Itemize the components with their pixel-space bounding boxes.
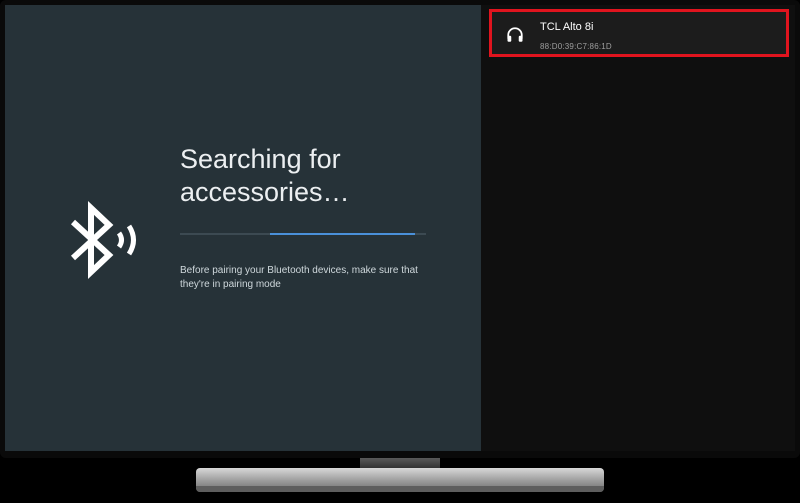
search-progress-fill xyxy=(270,233,415,235)
search-progress-bar xyxy=(180,233,426,235)
device-name: TCL Alto 8i xyxy=(540,21,594,33)
headphones-icon xyxy=(507,27,523,42)
bluetooth-searching-icon xyxy=(70,201,136,279)
device-list-item[interactable]: TCL Alto 8i 88:D0:39:C7:86:1D xyxy=(489,9,789,57)
device-list-panel: TCL Alto 8i 88:D0:39:C7:86:1D xyxy=(481,5,795,451)
tv-stand-front xyxy=(196,486,604,492)
page-title: Searching for accessories… xyxy=(180,144,350,207)
tv-screen: Searching for accessories… Before pairin… xyxy=(5,5,795,451)
device-address: 88:D0:39:C7:86:1D xyxy=(540,42,612,51)
pairing-instructions: Before pairing your Bluetooth devices, m… xyxy=(180,265,418,290)
